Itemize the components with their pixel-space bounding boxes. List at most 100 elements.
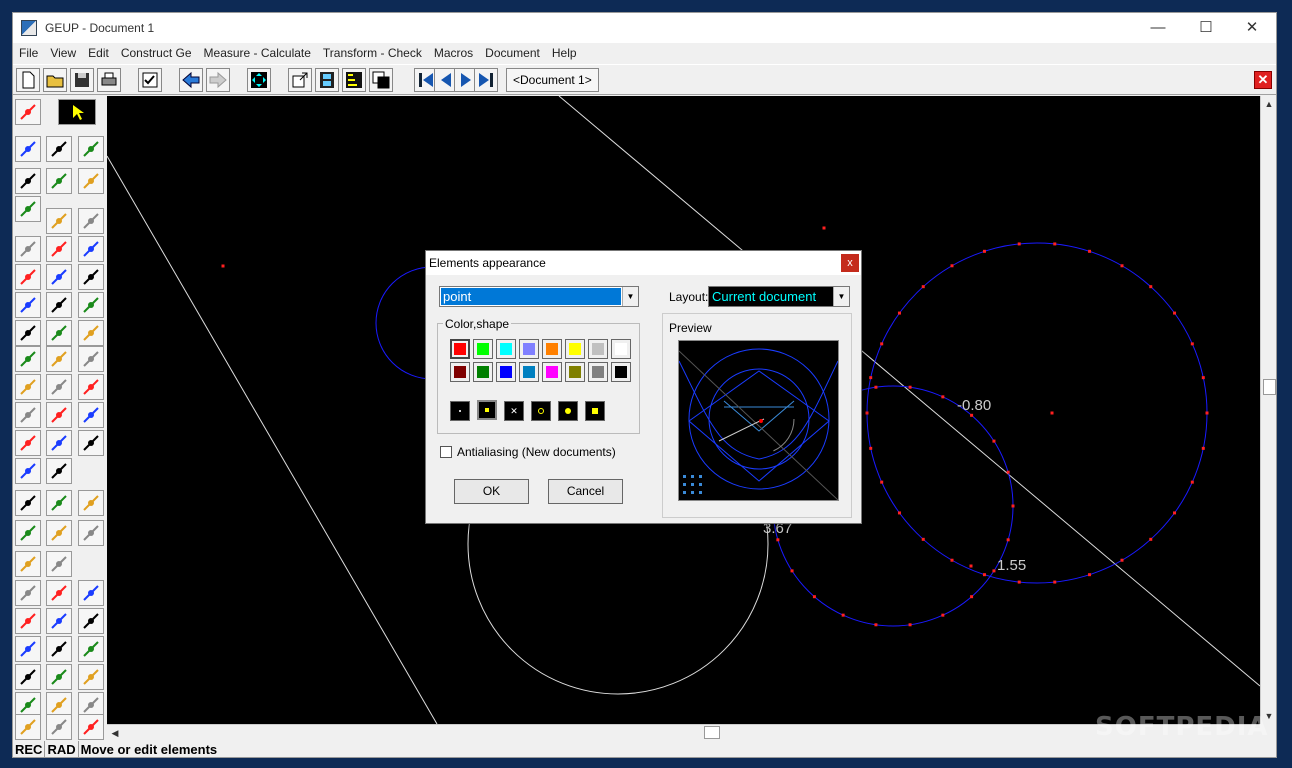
edit-tool[interactable] [15, 636, 41, 662]
menu-construct[interactable]: Construct Ge [115, 46, 198, 60]
menu-help[interactable]: Help [546, 46, 583, 60]
highlight-tool[interactable] [15, 264, 41, 290]
minimize-button[interactable]: — [1135, 13, 1181, 43]
red-point[interactable] [1173, 511, 1177, 515]
red-point[interactable] [221, 264, 225, 268]
chevron-down-icon[interactable]: ▼ [833, 287, 849, 306]
shape-ring[interactable] [531, 401, 551, 421]
curve-tool[interactable] [78, 236, 104, 262]
circle-point-tool[interactable] [46, 458, 72, 484]
red-point[interactable] [1053, 580, 1057, 584]
vector-tool[interactable] [78, 520, 104, 546]
red-point[interactable] [822, 226, 826, 230]
red-point[interactable] [812, 595, 816, 599]
windows-button[interactable] [369, 68, 393, 92]
chevron-down-icon[interactable]: ▼ [622, 287, 638, 306]
red-point[interactable] [897, 311, 901, 315]
red-point[interactable] [880, 480, 884, 484]
points-tool[interactable] [15, 551, 41, 577]
undo-button[interactable] [179, 68, 203, 92]
red-point[interactable] [982, 249, 986, 253]
red-point[interactable] [1017, 580, 1021, 584]
segment2-tool[interactable] [46, 580, 72, 606]
color-swatch[interactable] [473, 339, 493, 359]
red-point[interactable] [865, 411, 869, 415]
point-tool[interactable] [78, 208, 104, 234]
layout-select[interactable]: Current document ▼ [708, 286, 850, 307]
polygon-tool[interactable] [78, 292, 104, 318]
steps-button[interactable] [342, 68, 366, 92]
horizontal-scrollbar[interactable]: ◀ [107, 724, 1260, 740]
horizontal-scroll-thumb[interactable] [704, 726, 720, 739]
color-swatch[interactable] [519, 362, 539, 382]
red-point[interactable] [1120, 558, 1124, 562]
vertical-scrollbar[interactable]: ▲ ▼ [1260, 96, 1276, 724]
menu-document[interactable]: Document [479, 46, 546, 60]
delete-tool[interactable] [15, 236, 41, 262]
line-style-tool[interactable] [15, 374, 41, 400]
pointer-tool[interactable] [58, 99, 96, 125]
red-point[interactable] [869, 376, 873, 380]
dial-tool[interactable] [46, 520, 72, 546]
triangle-tool[interactable] [15, 402, 41, 428]
red-point[interactable] [874, 385, 878, 389]
export-button[interactable] [288, 68, 312, 92]
scroll-up-icon[interactable]: ▲ [1261, 96, 1276, 112]
print-button[interactable] [97, 68, 121, 92]
red-point[interactable] [1201, 446, 1205, 450]
shape-small-square[interactable] [477, 400, 497, 420]
red-point[interactable] [1006, 470, 1010, 474]
color-swatch[interactable] [565, 339, 585, 359]
color-swatch[interactable] [588, 362, 608, 382]
red-point[interactable] [841, 613, 845, 617]
copy-tool[interactable] [15, 520, 41, 546]
red-point[interactable] [982, 573, 986, 577]
calculator-tool[interactable] [46, 208, 72, 234]
red-point[interactable] [1205, 411, 1209, 415]
move-point-tool[interactable] [15, 196, 41, 222]
red-point[interactable] [969, 564, 973, 568]
angle-measure-tool[interactable] [46, 402, 72, 428]
zoom-tool[interactable] [78, 136, 104, 162]
open-button[interactable] [43, 68, 67, 92]
vertical-scroll-thumb[interactable] [1263, 379, 1276, 395]
fit-view-button[interactable] [247, 68, 271, 92]
ok-button[interactable]: OK [454, 479, 529, 504]
ratio2-tool[interactable] [46, 490, 72, 516]
red-point[interactable] [992, 439, 996, 443]
red-point[interactable] [970, 595, 974, 599]
red-point[interactable] [1173, 311, 1177, 315]
color-swatch[interactable] [496, 339, 516, 359]
label-tool[interactable] [15, 580, 41, 606]
segment-tool[interactable] [78, 374, 104, 400]
polar-tool[interactable] [46, 664, 72, 690]
dilate-tool[interactable] [15, 168, 41, 194]
menu-macros[interactable]: Macros [428, 46, 479, 60]
red-point[interactable] [908, 385, 912, 389]
red-point[interactable] [1190, 480, 1194, 484]
color-swatch[interactable] [519, 339, 539, 359]
red-point[interactable] [908, 623, 912, 627]
scroll-left-icon[interactable]: ◀ [107, 725, 123, 741]
color-swatch[interactable] [542, 339, 562, 359]
hexagon-tool[interactable] [78, 320, 104, 346]
red-point[interactable] [950, 264, 954, 268]
color-swatch[interactable] [542, 362, 562, 382]
reflect-tool[interactable] [78, 402, 104, 428]
text-tool[interactable] [15, 430, 41, 456]
dot-tool[interactable] [46, 608, 72, 634]
table-tool[interactable] [15, 608, 41, 634]
red-point[interactable] [1088, 249, 1092, 253]
new-document-button[interactable] [16, 68, 40, 92]
arc-tool[interactable] [78, 490, 104, 516]
plot-tool[interactable] [46, 292, 72, 318]
color-swatch[interactable] [611, 339, 631, 359]
tangent-tool[interactable] [78, 636, 104, 662]
line2-tool[interactable] [78, 664, 104, 690]
function-tool[interactable] [46, 264, 72, 290]
color-swatch[interactable] [611, 362, 631, 382]
animation-button[interactable] [315, 68, 339, 92]
menu-view[interactable]: View [44, 46, 82, 60]
point-style-tool[interactable] [15, 346, 41, 372]
color-tool[interactable] [15, 292, 41, 318]
